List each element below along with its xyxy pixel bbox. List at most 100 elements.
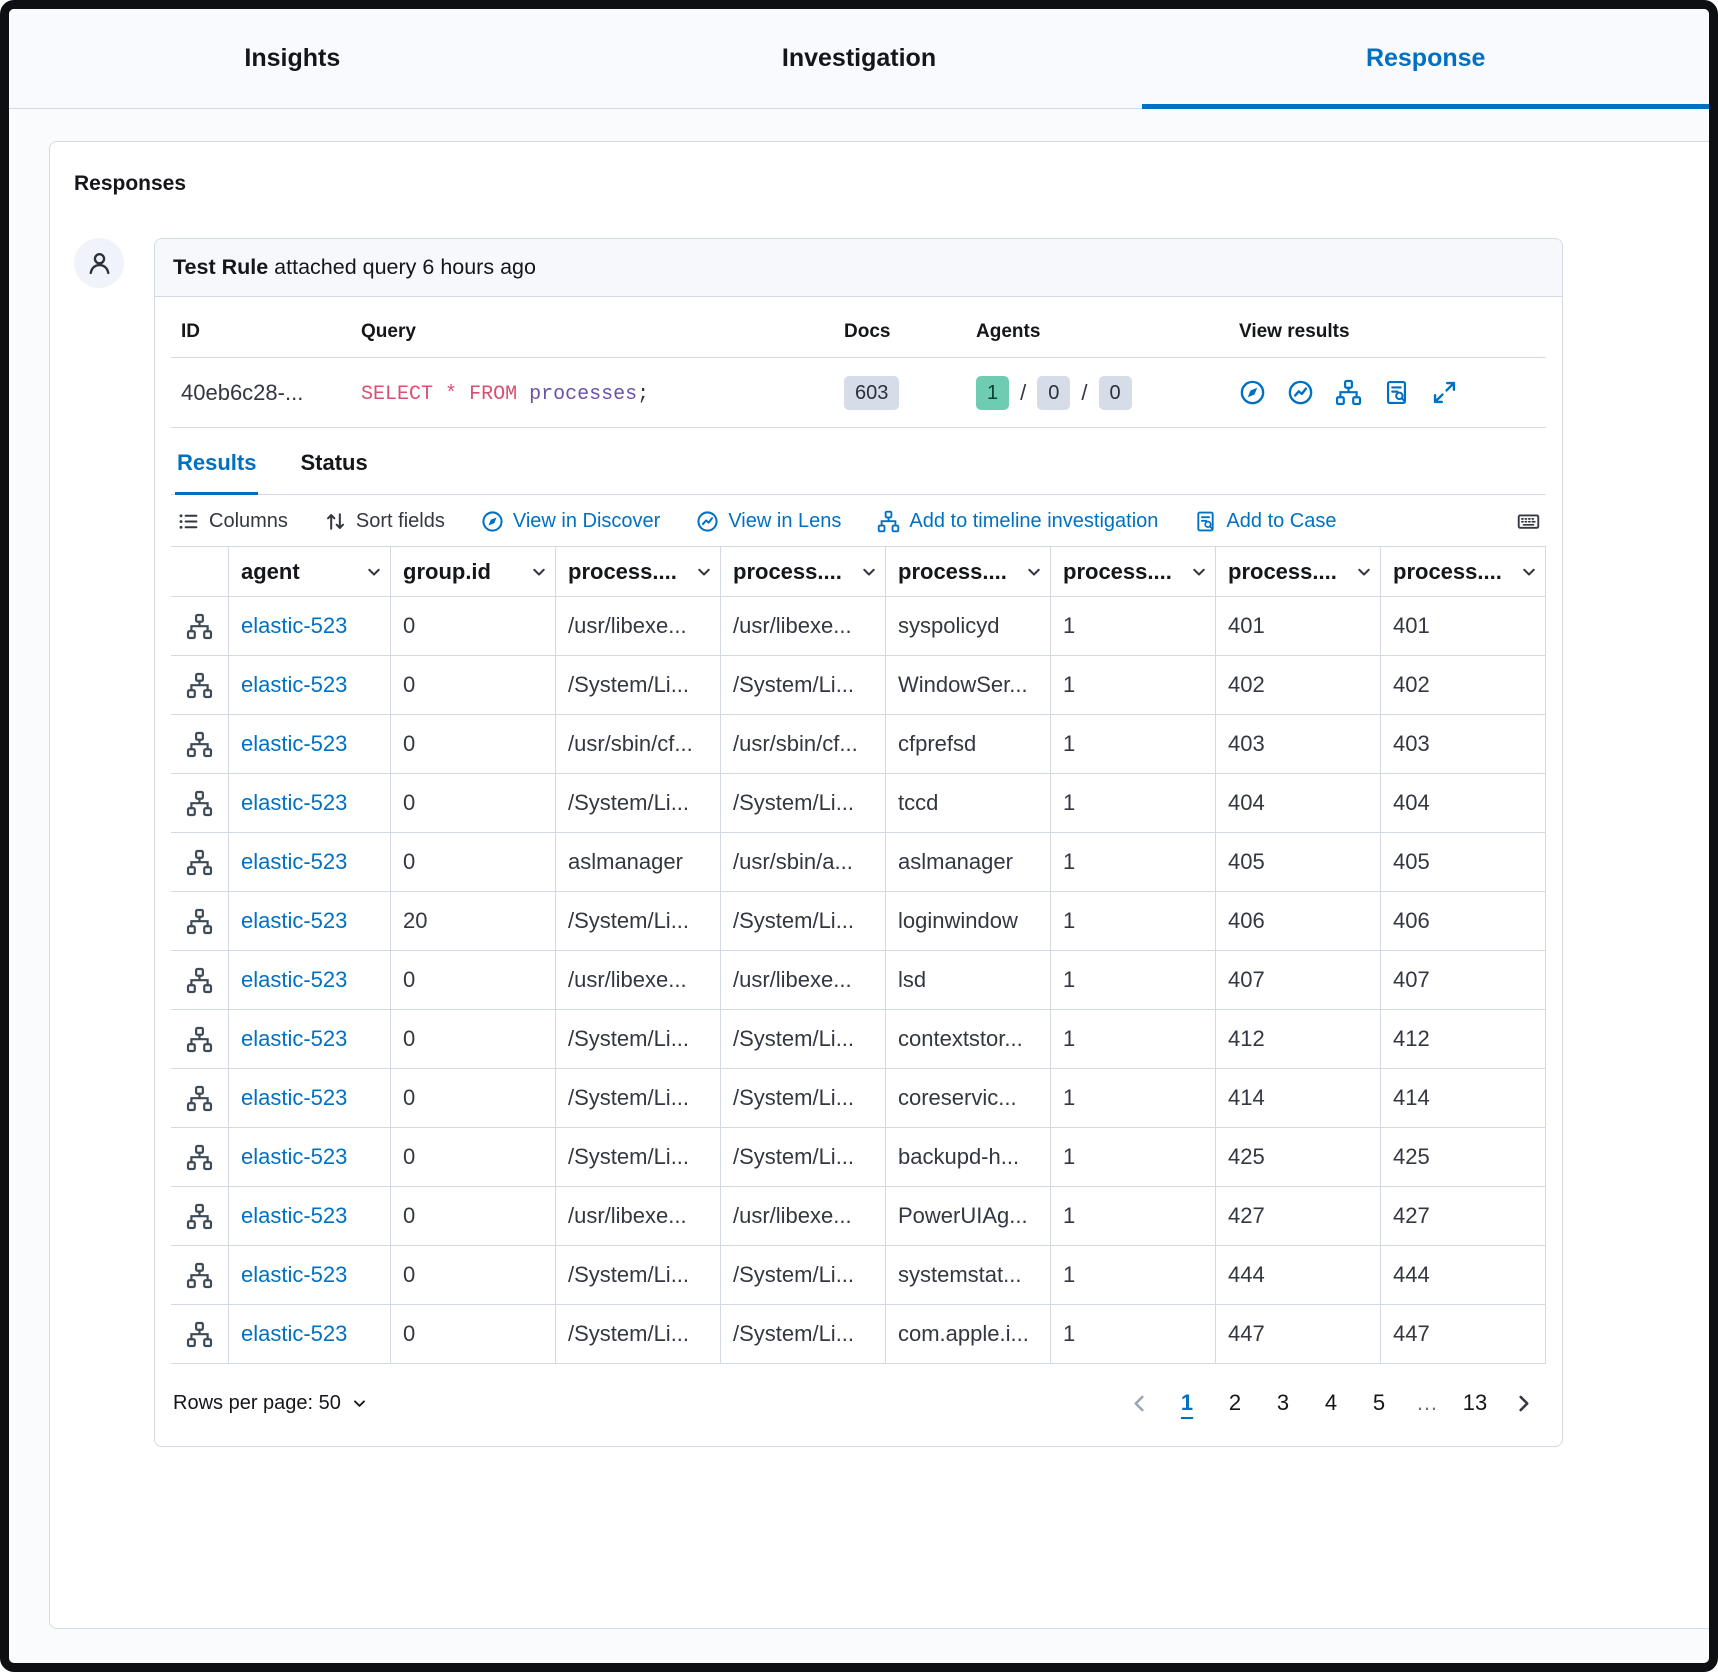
expand-button[interactable] xyxy=(1431,379,1458,406)
chevron-right-icon xyxy=(1511,1391,1536,1416)
column-actions-button[interactable] xyxy=(1354,562,1374,582)
grid-cell: /System/Li... xyxy=(721,1246,886,1304)
discover-icon xyxy=(481,510,504,533)
page-3-button[interactable]: 3 xyxy=(1262,1382,1304,1424)
tab-investigation[interactable]: Investigation xyxy=(576,9,1143,108)
analyze-event-button[interactable] xyxy=(186,1085,213,1112)
timeline-icon xyxy=(186,613,213,640)
analyze-event-button[interactable] xyxy=(186,1262,213,1289)
analyze-event-button[interactable] xyxy=(186,613,213,640)
agents-separator: / xyxy=(1020,380,1026,406)
page-2-button[interactable]: 2 xyxy=(1214,1382,1256,1424)
column-header-process[interactable]: process.... xyxy=(1051,547,1216,596)
agent-link[interactable]: elastic-523 xyxy=(229,1246,391,1304)
next-page-button[interactable] xyxy=(1502,1382,1544,1424)
grid-cell: /usr/sbin/a... xyxy=(721,833,886,891)
analyze-event-button[interactable] xyxy=(186,1144,213,1171)
tab-response[interactable]: Response xyxy=(1142,9,1709,108)
add-to-timeline-investigation-button[interactable]: Add to timeline investigation xyxy=(877,510,1158,533)
keyboard-shortcuts-button[interactable] xyxy=(1517,510,1540,533)
analyze-event-button[interactable] xyxy=(186,1321,213,1348)
agent-link[interactable]: elastic-523 xyxy=(229,892,391,950)
column-actions-button[interactable] xyxy=(694,562,714,582)
column-actions-button[interactable] xyxy=(859,562,879,582)
analyze-event-button[interactable] xyxy=(186,731,213,758)
agent-link[interactable]: elastic-523 xyxy=(229,1305,391,1363)
grid-cell: 447 xyxy=(1381,1305,1546,1363)
view-in-discover-button[interactable]: View in Discover xyxy=(481,510,660,533)
column-header-process[interactable]: process.... xyxy=(886,547,1051,596)
column-actions-button[interactable] xyxy=(1024,562,1044,582)
top-tab-bar: InsightsInvestigationResponse xyxy=(9,9,1709,109)
grid-cell: loginwindow xyxy=(886,892,1051,950)
grid-cell: 1 xyxy=(1051,892,1216,950)
grid-cell: /System/Li... xyxy=(556,1010,721,1068)
grid-cell: 401 xyxy=(1216,597,1381,655)
analyze-event-button[interactable] xyxy=(186,790,213,817)
table-row: elastic-5230/System/Li.../System/Li...tc… xyxy=(171,774,1546,833)
grid-cell: 0 xyxy=(391,597,556,655)
tab-insights[interactable]: Insights xyxy=(9,9,576,108)
agent-link[interactable]: elastic-523 xyxy=(229,597,391,655)
analyze-event-button[interactable] xyxy=(186,908,213,935)
grid-cell: /System/Li... xyxy=(721,1128,886,1186)
previous-page-button[interactable] xyxy=(1118,1382,1160,1424)
grid-cell: 1 xyxy=(1051,1069,1216,1127)
agent-link[interactable]: elastic-523 xyxy=(229,1010,391,1068)
tab-status[interactable]: Status xyxy=(298,432,369,494)
case-button[interactable] xyxy=(1383,379,1410,406)
column-actions-button[interactable] xyxy=(529,562,549,582)
keyboard-icon xyxy=(1517,510,1540,533)
agent-link[interactable]: elastic-523 xyxy=(229,715,391,773)
analyze-event-button[interactable] xyxy=(186,967,213,994)
tab-results[interactable]: Results xyxy=(175,432,258,494)
timeline-button[interactable] xyxy=(1335,379,1362,406)
rows-per-page-button[interactable]: Rows per page: 50 xyxy=(173,1392,369,1415)
analyze-event-button[interactable] xyxy=(186,1026,213,1053)
columns-button[interactable]: Columns xyxy=(177,510,288,533)
column-header-agent[interactable]: agent xyxy=(229,547,391,596)
chevron-down-icon xyxy=(1354,562,1374,582)
chevron-down-icon xyxy=(1024,562,1044,582)
column-header-process[interactable]: process.... xyxy=(721,547,886,596)
grid-cell: 407 xyxy=(1216,951,1381,1009)
discover-button[interactable] xyxy=(1239,379,1266,406)
add-to-case-button[interactable]: Add to Case xyxy=(1194,510,1336,533)
grid-cell: 405 xyxy=(1216,833,1381,891)
agent-link[interactable]: elastic-523 xyxy=(229,656,391,714)
sort-icon xyxy=(324,510,347,533)
agent-link[interactable]: elastic-523 xyxy=(229,774,391,832)
page-13-button[interactable]: 13 xyxy=(1454,1382,1496,1424)
view-in-lens-button[interactable]: View in Lens xyxy=(696,510,841,533)
agent-count-badge: 0 xyxy=(1099,376,1132,410)
page-4-button[interactable]: 4 xyxy=(1310,1382,1352,1424)
lens-button[interactable] xyxy=(1287,379,1314,406)
agent-link[interactable]: elastic-523 xyxy=(229,1069,391,1127)
pagination: 12345…13 xyxy=(1118,1382,1544,1424)
page-5-button[interactable]: 5 xyxy=(1358,1382,1400,1424)
analyze-event-button[interactable] xyxy=(186,849,213,876)
agent-link[interactable]: elastic-523 xyxy=(229,951,391,1009)
analyze-event-button[interactable] xyxy=(186,672,213,699)
table-row: elastic-5230/usr/libexe.../usr/libexe...… xyxy=(171,597,1546,656)
page-1-button[interactable]: 1 xyxy=(1166,1382,1208,1424)
agent-link[interactable]: elastic-523 xyxy=(229,833,391,891)
sort-fields-button[interactable]: Sort fields xyxy=(324,510,445,533)
agent-link[interactable]: elastic-523 xyxy=(229,1128,391,1186)
grid-cell: contextstor... xyxy=(886,1010,1051,1068)
column-header-process[interactable]: process.... xyxy=(1381,547,1546,596)
grid-cell: 1 xyxy=(1051,1187,1216,1245)
results-grid: agentgroup.idprocess....process....proce… xyxy=(171,546,1546,1364)
column-header-group-id[interactable]: group.id xyxy=(391,547,556,596)
column-header-process[interactable]: process.... xyxy=(1216,547,1381,596)
analyze-event-button[interactable] xyxy=(186,1203,213,1230)
discover-icon xyxy=(1239,379,1266,406)
column-actions-button[interactable] xyxy=(1519,562,1539,582)
case-icon xyxy=(1194,510,1217,533)
column-header-process[interactable]: process.... xyxy=(556,547,721,596)
column-actions-button[interactable] xyxy=(364,562,384,582)
grid-cell: 412 xyxy=(1216,1010,1381,1068)
column-actions-button[interactable] xyxy=(1189,562,1209,582)
grid-cell: 1 xyxy=(1051,1128,1216,1186)
agent-link[interactable]: elastic-523 xyxy=(229,1187,391,1245)
